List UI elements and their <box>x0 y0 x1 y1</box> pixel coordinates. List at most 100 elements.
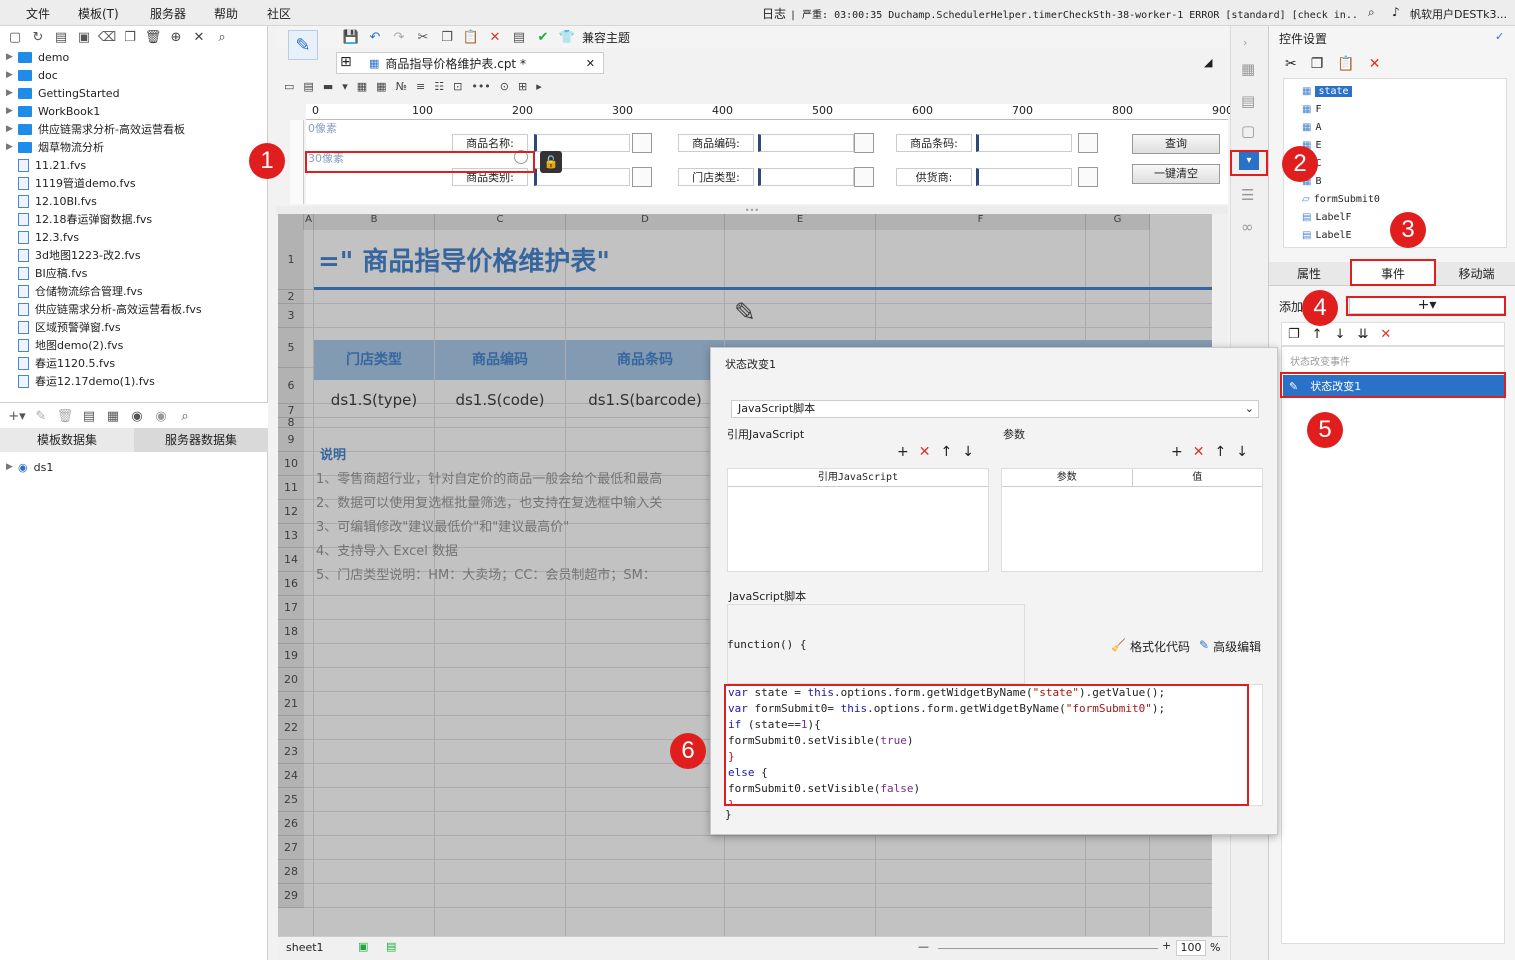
tree-widget-icon[interactable]: ⊞ <box>518 80 527 98</box>
tab-template-dataset[interactable]: 模板数据集 <box>0 428 134 452</box>
move-up-icon[interactable]: ↑ <box>1214 444 1226 460</box>
locate-icon[interactable]: ⊕ <box>167 28 185 46</box>
menu-help[interactable]: 帮助 <box>214 5 238 22</box>
column-header[interactable]: F <box>876 214 1086 230</box>
textarea-widget-icon[interactable]: ≡ <box>416 80 425 98</box>
row-header[interactable]: 6 <box>278 368 304 404</box>
collapse-icon[interactable]: ✕ <box>190 28 208 46</box>
dropdown-icon[interactable] <box>632 167 652 187</box>
sheet-corner[interactable] <box>278 214 304 230</box>
chevron-right-icon[interactable]: ▶ <box>6 106 18 116</box>
save-icon[interactable]: 💾 <box>342 28 360 46</box>
copy-icon[interactable]: ❐ <box>1288 327 1300 342</box>
add-poly-icon[interactable]: ▤ <box>386 940 396 953</box>
sheet-tab[interactable]: sheet1 <box>286 941 324 954</box>
link-icon[interactable]: ∞ <box>1241 218 1254 236</box>
tree-folder[interactable]: ▶ 烟草物流分析 <box>6 138 104 156</box>
tree-file[interactable]: 12.3.fvs <box>6 228 79 246</box>
zoom-in-icon[interactable]: + <box>1162 939 1171 952</box>
doc-tab[interactable]: ▦ 商品指导价格维护表.cpt * ✕ <box>336 52 604 74</box>
tree-folder[interactable]: ▶ doc <box>6 66 58 84</box>
preview-icon[interactable]: ▤ <box>510 28 528 46</box>
row-header[interactable]: 19 <box>278 644 304 668</box>
text-widget-icon[interactable]: ⊡ <box>453 80 462 98</box>
tree-file[interactable]: 仓储物流综合管理.fvs <box>6 282 143 300</box>
chevron-right-icon[interactable]: ▶ <box>6 88 18 98</box>
paste-icon[interactable]: 📋 <box>462 28 480 46</box>
row-header[interactable]: 28 <box>278 860 304 884</box>
query-button[interactable]: 查询 <box>1132 134 1220 154</box>
tab-properties[interactable]: 属性 <box>1269 262 1349 286</box>
trash-icon[interactable]: 🗑 <box>144 28 162 46</box>
input-barcode[interactable] <box>976 134 1072 152</box>
row-header[interactable]: 24 <box>278 764 304 788</box>
tree-file[interactable]: 11.21.fvs <box>6 156 86 174</box>
input-store-type[interactable] <box>758 168 854 186</box>
textbox-widget-icon[interactable]: ▬ <box>323 80 333 98</box>
widget-tree-item[interactable]: ▦ F <box>1302 101 1321 117</box>
add-dataset-icon[interactable]: +▾ <box>8 407 26 425</box>
tree-file[interactable]: 12.18春运弹窗数据.fvs <box>6 210 152 228</box>
database-icon[interactable]: ◉ <box>128 407 146 425</box>
preview-icon[interactable]: ▤ <box>80 407 98 425</box>
cut-icon[interactable]: ✂ <box>1285 56 1297 72</box>
log-link[interactable]: 日志 <box>762 5 786 22</box>
header-barcode[interactable]: 商品条码 <box>566 340 724 380</box>
header-product-code[interactable]: 商品编码 <box>435 340 565 380</box>
tree-file[interactable]: 春运12.17demo(1).fvs <box>6 372 155 390</box>
column-header[interactable]: C <box>435 214 566 230</box>
copy-icon[interactable]: ❐ <box>438 28 456 46</box>
header-store-type[interactable]: 门店类型 <box>314 340 434 380</box>
input-supplier[interactable] <box>976 168 1072 186</box>
chevron-right-icon[interactable]: ▶ <box>6 52 18 62</box>
delete-icon[interactable]: ✕ <box>486 28 504 46</box>
params-icon[interactable]: ▤ <box>1241 92 1255 110</box>
move-down-icon[interactable]: ↓ <box>962 444 974 460</box>
field-store-type[interactable]: ds1.S(type) <box>314 382 434 418</box>
menu-file[interactable]: 文件 <box>26 5 50 22</box>
tree-file[interactable]: 地图demo(2).fvs <box>6 336 123 354</box>
search-icon[interactable]: ⌕ <box>1368 5 1375 20</box>
widget-tree-item[interactable]: ▱ formSubmit0 <box>1302 191 1380 207</box>
menu-template[interactable]: 模板(T) <box>78 5 119 22</box>
tab-server-dataset[interactable]: 服务器数据集 <box>134 428 268 452</box>
tree-file[interactable]: 春运1120.5.fvs <box>6 354 115 372</box>
row-header[interactable]: 1 <box>278 230 304 290</box>
menu-icon[interactable]: ◢ <box>1204 56 1212 69</box>
move-up-icon[interactable]: ↑ <box>940 444 952 460</box>
dropdown-icon[interactable] <box>854 167 874 187</box>
check-icon[interactable]: ✔ <box>534 28 552 46</box>
menu-community[interactable]: 社区 <box>267 5 291 22</box>
menu-server[interactable]: 服务器 <box>150 5 186 22</box>
advanced-edit-button[interactable]: ✎ 高级编辑 <box>1199 638 1261 655</box>
tree-folder[interactable]: ▶ 供应链需求分析-高效运营看板 <box>6 120 185 138</box>
row-header[interactable]: 26 <box>278 812 304 836</box>
row-header[interactable]: 25 <box>278 788 304 812</box>
paste-icon[interactable]: 📋 <box>1337 56 1354 72</box>
tree-file[interactable]: 区域预警弹窗.fvs <box>6 318 121 336</box>
row-header[interactable]: 5 <box>278 328 304 368</box>
number-widget-icon[interactable]: № <box>396 80 407 98</box>
table-widget-icon[interactable]: ▦ <box>376 80 386 98</box>
trash-icon[interactable]: 🗑 <box>56 407 74 425</box>
close-icon[interactable]: ✕ <box>586 57 595 70</box>
search-icon[interactable]: ⌕ <box>213 28 231 46</box>
list-icon[interactable]: ☰ <box>1241 186 1254 204</box>
row-header[interactable]: 8 <box>278 416 304 429</box>
expand-icon[interactable]: › <box>1243 36 1247 49</box>
add-sheet-icon[interactable]: ▣ <box>358 940 368 953</box>
tree-file[interactable]: 3d地图1223-改2.fvs <box>6 246 141 264</box>
row-header[interactable]: 20 <box>278 668 304 692</box>
row-header[interactable]: 22 <box>278 716 304 740</box>
column-header[interactable]: G <box>1086 214 1150 230</box>
layout-icon[interactable]: ▦ <box>1241 60 1255 78</box>
search-icon[interactable]: ⌕ <box>176 407 194 425</box>
tree-file[interactable]: 12.10BI.fvs <box>6 192 97 210</box>
dataset-icon[interactable]: ▦ <box>104 407 122 425</box>
combo-widget-icon[interactable]: ▾ <box>342 80 348 98</box>
dropdown-icon[interactable] <box>854 133 874 153</box>
tree-folder[interactable]: ▶ WorkBook1 <box>6 102 100 120</box>
delete-icon[interactable]: ⌫ <box>98 28 116 46</box>
chevron-right-icon[interactable]: ▶ <box>6 70 18 80</box>
chevron-right-icon[interactable]: ▶ <box>6 124 18 134</box>
